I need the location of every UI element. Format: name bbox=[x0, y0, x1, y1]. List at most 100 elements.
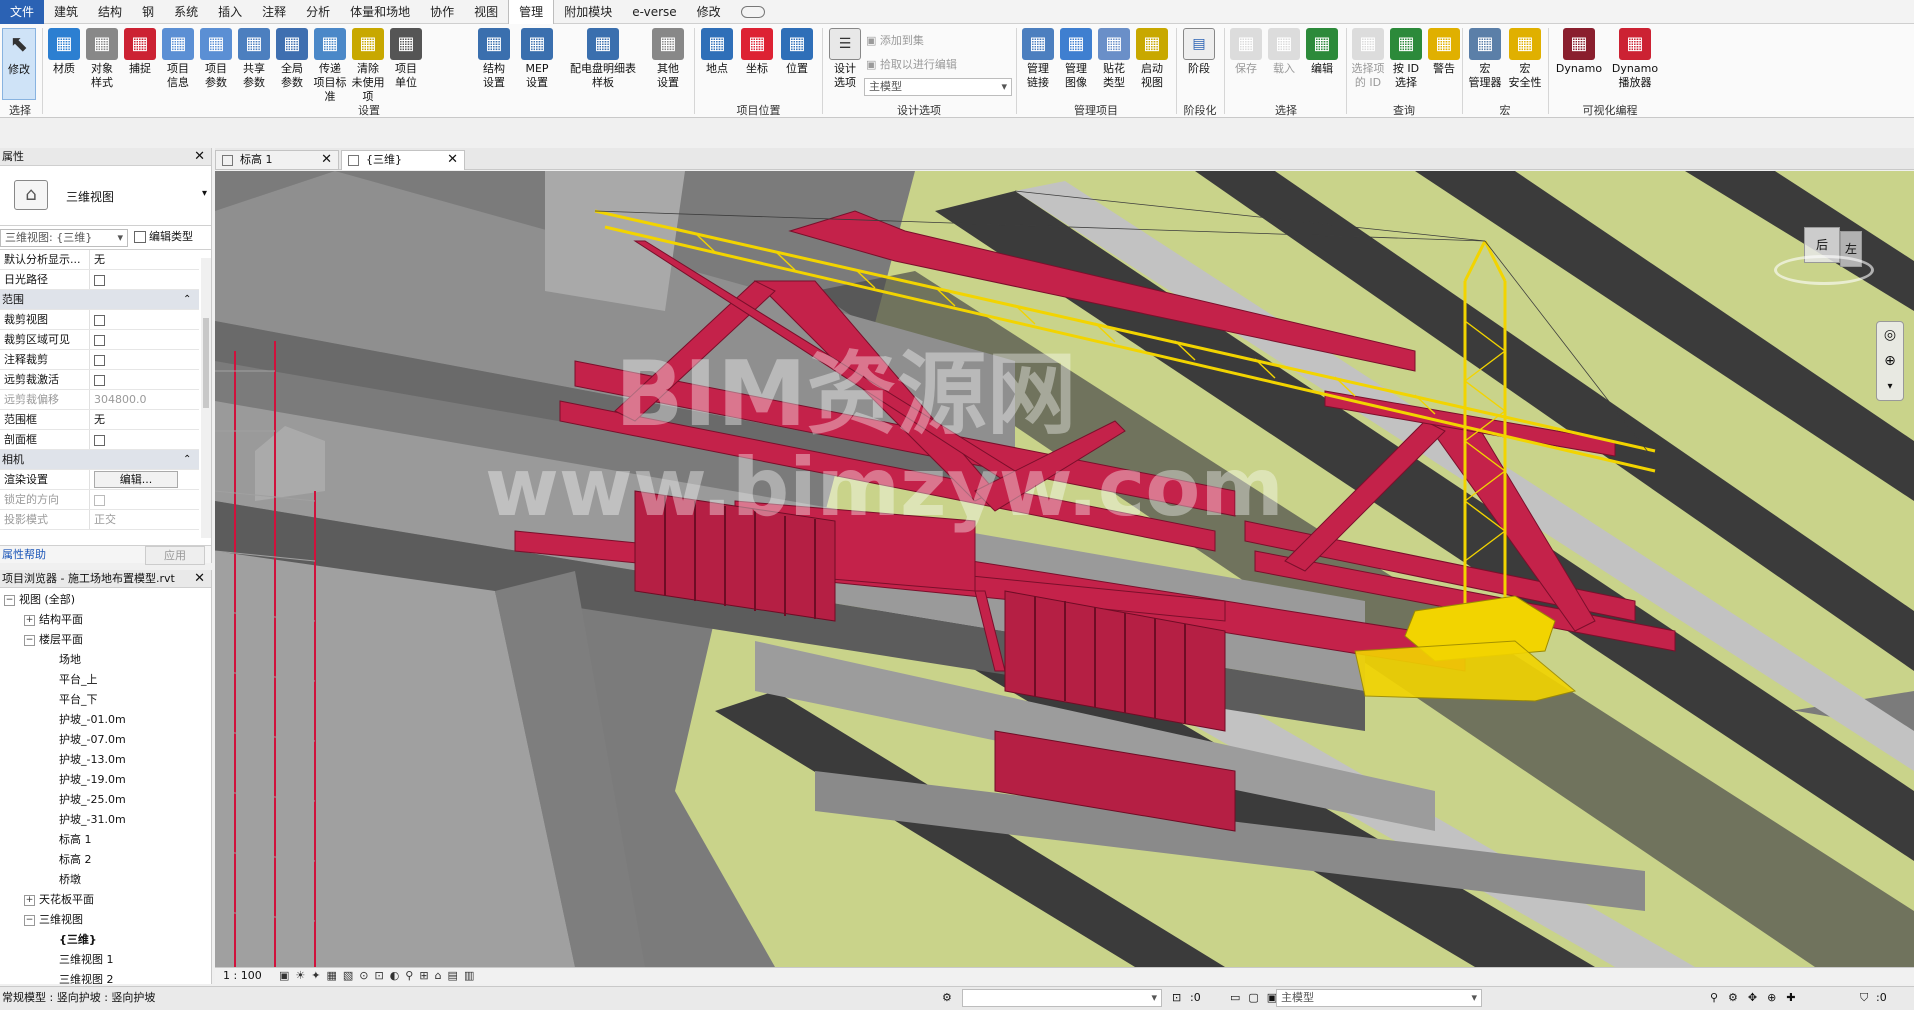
tree-node-10[interactable]: 护坡_-25.0m bbox=[0, 790, 211, 810]
tree-node-14[interactable]: 桥墩 bbox=[0, 870, 211, 890]
ribbon-minimize-toggle[interactable] bbox=[731, 0, 775, 24]
filter-icon[interactable]: ⛉ bbox=[1860, 987, 1868, 1009]
selection-button-1[interactable]: ▦ 载入 bbox=[1266, 28, 1302, 100]
tree-node-13[interactable]: 标高 2 bbox=[0, 850, 211, 870]
view-tab-0[interactable]: 标高 1 ✕ bbox=[215, 150, 339, 170]
property-checkbox[interactable] bbox=[94, 354, 105, 366]
tree-node-1[interactable]: + 结构平面 bbox=[0, 610, 211, 630]
steering-wheel-icon[interactable]: ◎ bbox=[1877, 322, 1903, 348]
menu-tab-9[interactable]: 协作 bbox=[420, 0, 464, 24]
tree-node-15[interactable]: + 天花板平面 bbox=[0, 890, 211, 910]
property-checkbox[interactable] bbox=[94, 434, 105, 446]
inquiry-button-1[interactable]: ▦ 按 ID 选择 bbox=[1388, 28, 1424, 100]
tree-node-3[interactable]: 场地 bbox=[0, 650, 211, 670]
menu-tab-1[interactable]: 建筑 bbox=[44, 0, 88, 24]
menu-tab-4[interactable]: 系统 bbox=[164, 0, 208, 24]
tree-node-11[interactable]: 护坡_-31.0m bbox=[0, 810, 211, 830]
tree-node-17[interactable]: {三维} bbox=[0, 930, 211, 950]
tree-node-5[interactable]: 平台_下 bbox=[0, 690, 211, 710]
manage-project-button-2[interactable]: ▦ 贴花 类型 bbox=[1096, 28, 1132, 100]
settings-button-11[interactable]: ▦ MEP 设置 bbox=[514, 28, 560, 100]
menu-tab-7[interactable]: 分析 bbox=[296, 0, 340, 24]
property-row-10[interactable]: 相机 ⌃ bbox=[0, 450, 199, 470]
collapse-icon[interactable]: ⌃ bbox=[183, 290, 199, 309]
status-icons-right[interactable]: ⚲⚙✥⊕✚ bbox=[1710, 987, 1806, 1009]
collapse-icon[interactable]: − bbox=[4, 594, 15, 606]
selection-button-2[interactable]: ▦ 编辑 bbox=[1304, 28, 1340, 100]
manage-project-button-3[interactable]: ▦ 启动 视图 bbox=[1134, 28, 1170, 100]
design-option-combo[interactable]: 主模型 ▾ bbox=[864, 78, 1012, 96]
tree-node-7[interactable]: 护坡_-07.0m bbox=[0, 730, 211, 750]
close-icon[interactable]: ✕ bbox=[194, 570, 205, 588]
property-checkbox[interactable] bbox=[94, 274, 105, 286]
manage-project-button-0[interactable]: ▦ 管理 链接 bbox=[1020, 28, 1056, 100]
settings-button-9[interactable]: ▦ 项目 单位 bbox=[388, 28, 424, 100]
view-instance-selector[interactable]: 三维视图: {三维} ▾ bbox=[0, 229, 128, 247]
property-row-2[interactable]: 范围 ⌃ bbox=[0, 290, 199, 310]
menu-tab-3[interactable]: 钢 bbox=[132, 0, 164, 24]
view-scale[interactable]: 1 : 100 bbox=[223, 968, 262, 984]
3d-viewport[interactable]: BIM资源网 www.bimzyw.com 后 左 ◎ ⊕ ▾ bbox=[215, 171, 1914, 967]
close-icon[interactable]: ✕ bbox=[194, 148, 205, 166]
settings-button-10[interactable]: ▦ 结构 设置 bbox=[474, 28, 514, 100]
menu-tab-6[interactable]: 注释 bbox=[252, 0, 296, 24]
inquiry-button-0[interactable]: ▦ 选择项的 ID bbox=[1350, 28, 1386, 100]
collapse-icon[interactable]: − bbox=[24, 634, 35, 646]
settings-button-0[interactable]: ▦ 材质 bbox=[46, 28, 82, 100]
chevron-down-icon[interactable]: ▾ bbox=[1877, 374, 1903, 400]
menu-tab-11[interactable]: 管理 bbox=[508, 0, 555, 24]
menu-tab-0[interactable]: 文件 bbox=[0, 0, 45, 24]
view-tab-1[interactable]: {三维} ✕ bbox=[341, 150, 465, 170]
dynamo-button-1[interactable]: ▦ Dynamo 播放器 bbox=[1608, 28, 1662, 100]
expand-icon[interactable]: + bbox=[24, 614, 35, 626]
menu-tab-2[interactable]: 结构 bbox=[88, 0, 132, 24]
inquiry-button-2[interactable]: ▦ 警告 bbox=[1426, 28, 1462, 100]
editable-only-icon[interactable]: ⊡ bbox=[1172, 987, 1181, 1009]
settings-button-12[interactable]: ▦ 配电盘明细表 样板 bbox=[562, 28, 644, 100]
modify-button[interactable]: ⬉ 修改 bbox=[2, 28, 36, 100]
add-to-set-button[interactable]: ▣ 添加到集 bbox=[866, 32, 924, 48]
menu-tab-14[interactable]: 修改 bbox=[687, 0, 731, 24]
view-cube[interactable]: 后 左 bbox=[1774, 221, 1874, 291]
manage-project-button-1[interactable]: ▦ 管理 图像 bbox=[1058, 28, 1094, 100]
zoom-icon[interactable]: ⊕ bbox=[1877, 348, 1903, 374]
collapse-icon[interactable]: ⌃ bbox=[183, 450, 199, 469]
design-options-button[interactable]: ☰ 设计 选项 bbox=[826, 28, 864, 100]
phases-button[interactable]: ▤ 阶段 bbox=[1180, 28, 1218, 100]
select-group-label[interactable]: 选择 bbox=[0, 102, 40, 118]
settings-button-5[interactable]: ▦ 共享 参数 bbox=[236, 28, 272, 100]
tree-node-16[interactable]: − 三维视图 bbox=[0, 910, 211, 930]
macros-button-1[interactable]: ▦ 宏安全性 bbox=[1506, 28, 1544, 100]
property-checkbox[interactable] bbox=[94, 334, 105, 346]
tree-node-2[interactable]: − 楼层平面 bbox=[0, 630, 211, 650]
properties-scrollbar[interactable] bbox=[201, 258, 211, 538]
settings-button-1[interactable]: ▦ 对象 样式 bbox=[84, 28, 120, 100]
properties-help-link[interactable]: 属性帮助 bbox=[0, 548, 46, 561]
location-button-0[interactable]: ▦ 地点 bbox=[698, 28, 736, 100]
type-selector[interactable]: ⌂ 三维视图 ▾ bbox=[0, 166, 211, 226]
tree-node-0[interactable]: − 视图 (全部) bbox=[0, 590, 211, 610]
pick-to-edit-button[interactable]: ▣ 拾取以进行编辑 bbox=[866, 56, 957, 72]
worksets-icon[interactable]: ⚙ bbox=[942, 987, 952, 1009]
tree-node-6[interactable]: 护坡_-01.0m bbox=[0, 710, 211, 730]
expand-icon[interactable]: + bbox=[24, 894, 35, 906]
render-settings-edit-button[interactable]: 编辑... bbox=[94, 471, 178, 488]
selection-button-0[interactable]: ▦ 保存 bbox=[1228, 28, 1264, 100]
settings-button-8[interactable]: ▦ 清除 未使用项 bbox=[350, 28, 386, 103]
view-control-icons[interactable]: ▣☀✦▦▧⊙⊡◐⚲⊞⌂▤▥ bbox=[279, 968, 480, 984]
location-button-1[interactable]: ▦ 坐标 bbox=[738, 28, 776, 100]
settings-button-4[interactable]: ▦ 项目 参数 bbox=[198, 28, 234, 100]
close-icon[interactable]: ✕ bbox=[321, 151, 332, 169]
macros-button-0[interactable]: ▦ 宏管理器 bbox=[1466, 28, 1504, 100]
settings-button-7[interactable]: ▦ 传递 项目标准 bbox=[312, 28, 348, 103]
menu-tab-8[interactable]: 体量和场地 bbox=[340, 0, 420, 24]
menu-tab-13[interactable]: e-verse bbox=[622, 0, 686, 24]
tree-node-9[interactable]: 护坡_-19.0m bbox=[0, 770, 211, 790]
property-checkbox[interactable] bbox=[94, 374, 105, 386]
tree-node-18[interactable]: 三维视图 1 bbox=[0, 950, 211, 970]
dynamo-button-0[interactable]: ▦ Dynamo bbox=[1552, 28, 1606, 100]
view-cube-compass-ring[interactable] bbox=[1774, 255, 1874, 285]
settings-button-6[interactable]: ▦ 全局 参数 bbox=[274, 28, 310, 100]
settings-button-3[interactable]: ▦ 项目 信息 bbox=[160, 28, 196, 100]
apply-button[interactable]: 应用 bbox=[145, 546, 205, 565]
